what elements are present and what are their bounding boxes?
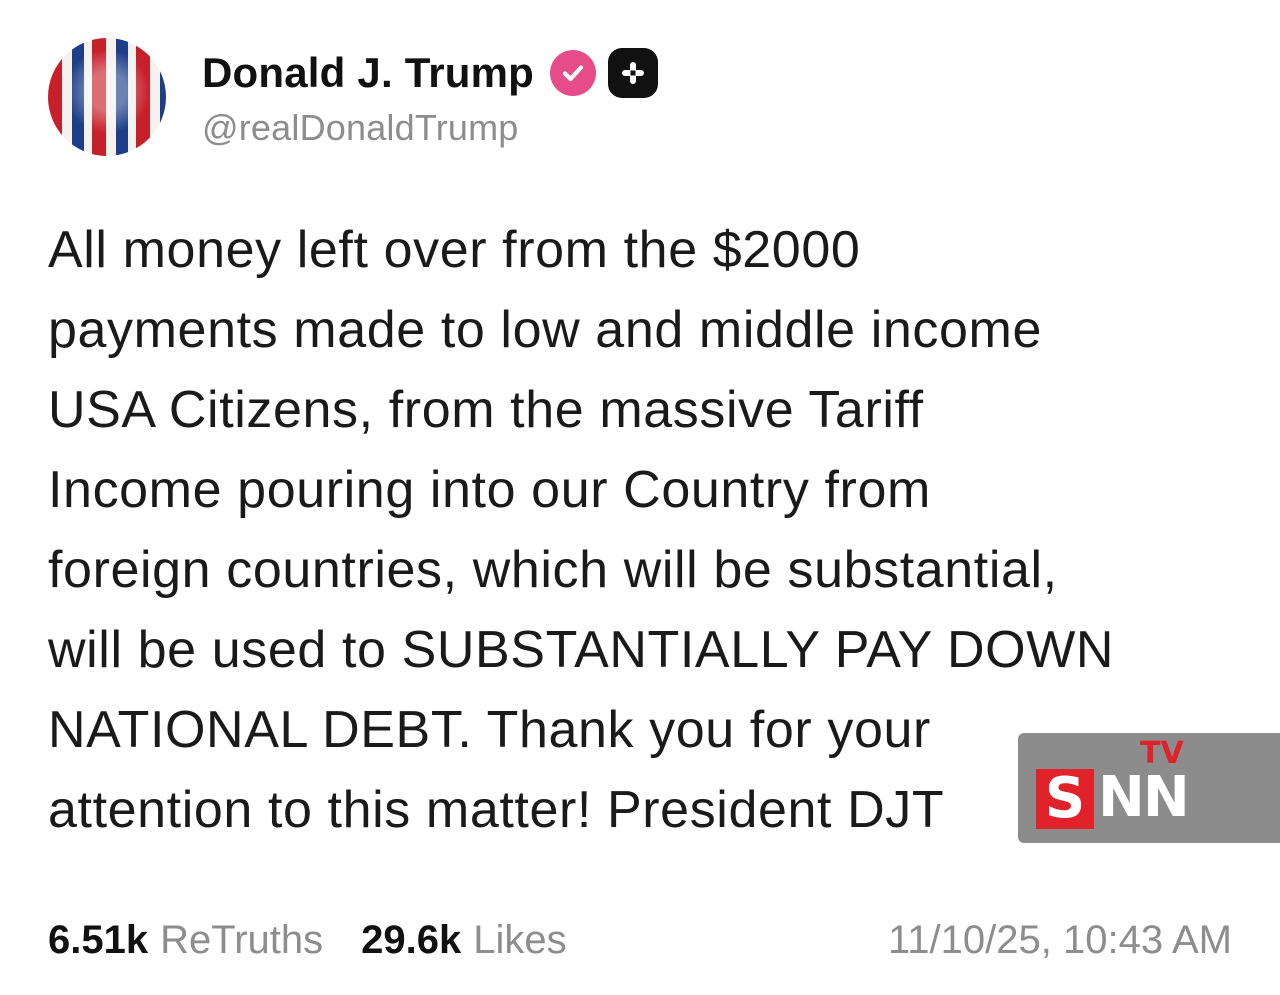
author-handle[interactable]: @realDonaldTrump (202, 107, 658, 149)
watermark-s: S (1036, 769, 1094, 829)
retruths-count: 6.51k (48, 918, 149, 962)
retruths-stat[interactable]: 6.51k ReTruths (48, 918, 323, 963)
verified-check-icon (550, 50, 597, 96)
retruths-label: ReTruths (160, 918, 324, 962)
author-avatar[interactable] (48, 38, 166, 156)
author-identity: Donald J. Trump @realDonaldTrump (202, 45, 659, 149)
likes-stat[interactable]: 29.6k Likes (361, 918, 567, 963)
plus-badge-icon (608, 48, 659, 98)
post-header: Donald J. Trump @realDonaldTrump (48, 38, 659, 156)
post-card: Donald J. Trump @realDonaldTrump All mon… (0, 0, 1280, 995)
likes-count: 29.6k (361, 918, 462, 962)
author-display-name[interactable]: Donald J. Trump (202, 49, 534, 97)
snn-tv-watermark: TV S NN (1018, 733, 1280, 843)
post-footer: 6.51k ReTruths 29.6k Likes 11/10/25, 10:… (48, 918, 1232, 963)
watermark-nn: NN (1098, 765, 1190, 830)
likes-label: Likes (473, 918, 567, 962)
author-name-row: Donald J. Trump (202, 45, 659, 101)
post-timestamp[interactable]: 11/10/25, 10:43 AM (888, 918, 1232, 963)
